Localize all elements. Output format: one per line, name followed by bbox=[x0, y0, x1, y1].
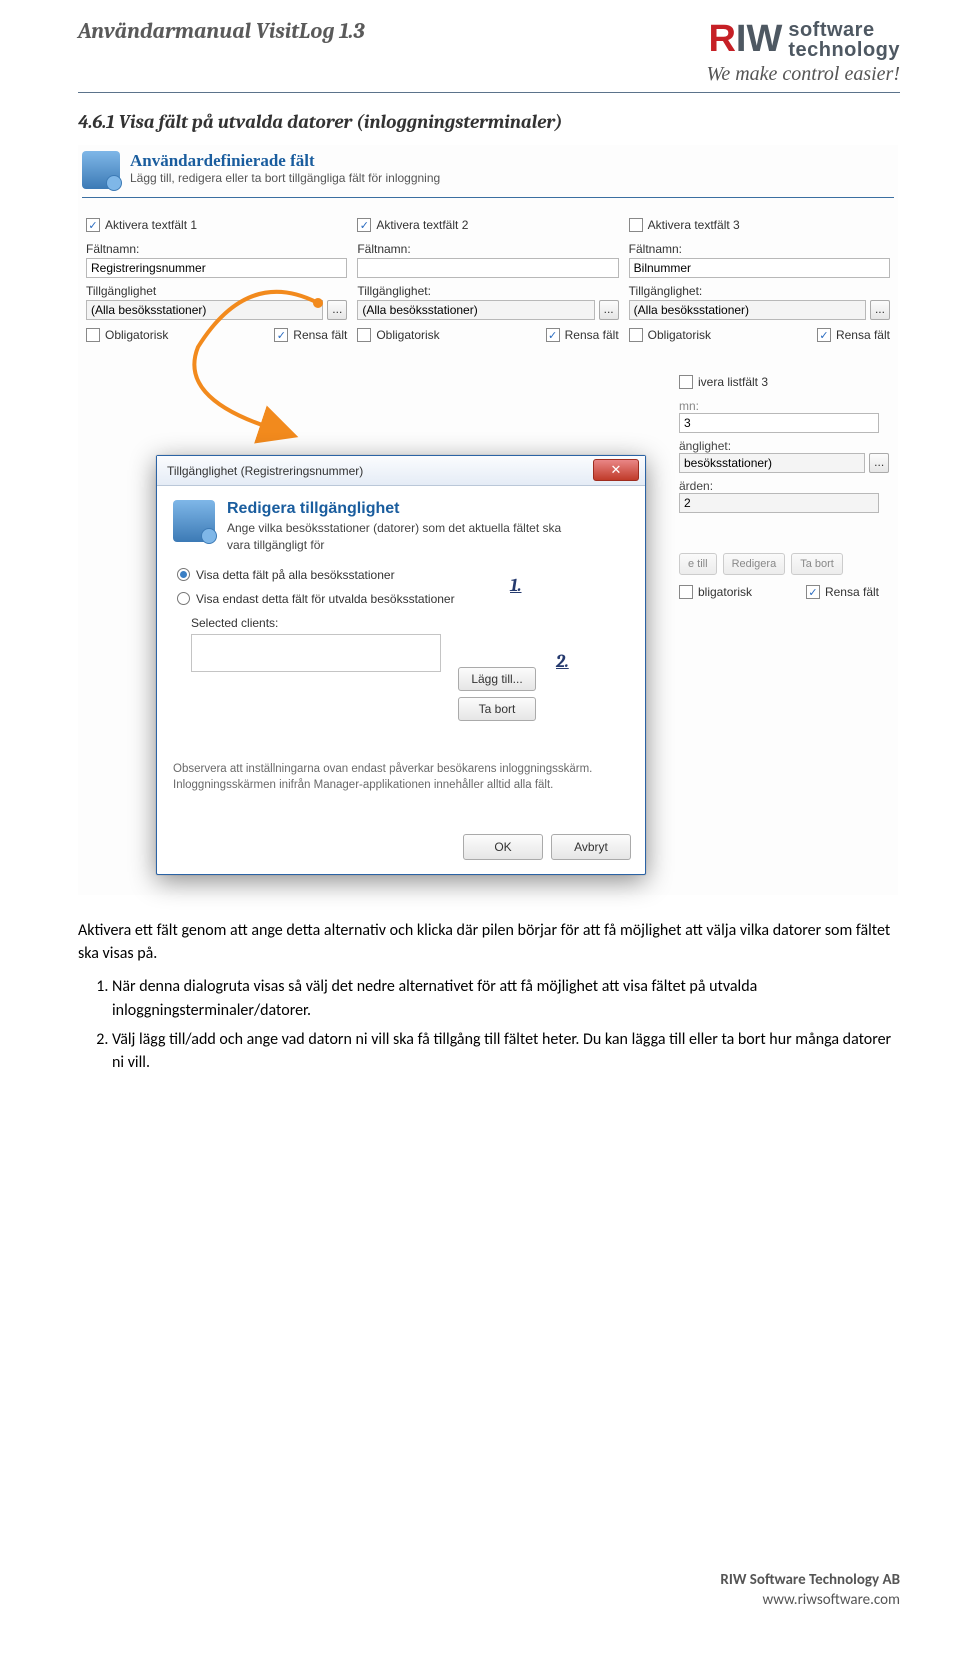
footer-url: www.riwsoftware.com bbox=[720, 1591, 900, 1611]
logo-line1: software bbox=[788, 20, 900, 40]
folder-icon bbox=[82, 151, 120, 189]
oblig-label-1: Obligatorisk bbox=[105, 328, 168, 342]
listfield3-label: ivera listfält 3 bbox=[698, 375, 768, 389]
radio-selected[interactable] bbox=[177, 592, 190, 605]
avail-label-3: Tillgänglighet: bbox=[629, 284, 890, 298]
dialog-subheading: Ange vilka besöksstationer (datorer) som… bbox=[227, 520, 587, 554]
availability-dialog: Tillgänglighet (Registreringsnummer) ✕ R… bbox=[156, 455, 646, 875]
annotation-1: 1. bbox=[510, 575, 522, 596]
footer-company: RIW Software Technology AB bbox=[720, 1571, 900, 1591]
logo: RIW software technology We make control … bbox=[707, 18, 900, 86]
listfield3-add-button[interactable]: e till bbox=[679, 553, 717, 575]
rensa-checkbox-3[interactable] bbox=[817, 328, 831, 342]
oblig-checkbox-3[interactable] bbox=[629, 328, 643, 342]
rensa-label-1: Rensa fält bbox=[293, 328, 347, 342]
dialog-folder-icon bbox=[173, 500, 215, 542]
listfield3-arden: ärden: bbox=[679, 479, 894, 493]
logo-r: R bbox=[708, 18, 735, 60]
avail-input-1[interactable] bbox=[86, 300, 323, 320]
activate-checkbox-2[interactable] bbox=[357, 218, 371, 232]
oblig-checkbox-1[interactable] bbox=[86, 328, 100, 342]
listfield3-val[interactable] bbox=[679, 493, 879, 513]
add-button[interactable]: Lägg till... bbox=[458, 667, 536, 691]
listfield3-rensa-checkbox[interactable] bbox=[806, 585, 820, 599]
activate-label-2: Aktivera textfält 2 bbox=[376, 218, 468, 232]
rensa-checkbox-1[interactable] bbox=[274, 328, 288, 342]
oblig-label-2: Obligatorisk bbox=[376, 328, 439, 342]
avail-input-3[interactable] bbox=[629, 300, 866, 320]
radio-all[interactable] bbox=[177, 568, 190, 581]
field-column-3: Aktivera textfält 3 Fältnamn: Tillgängli… bbox=[629, 218, 890, 352]
avail-button-1[interactable]: ... bbox=[327, 300, 347, 320]
field-column-1: Aktivera textfält 1 Fältnamn: Tillgängli… bbox=[86, 218, 347, 352]
selected-clients-list[interactable] bbox=[191, 634, 441, 672]
logo-tagline: We make control easier! bbox=[707, 63, 900, 86]
section-heading: 4.6.1 Visa fält på utvalda datorer (inlo… bbox=[78, 111, 900, 133]
oblig-checkbox-2[interactable] bbox=[357, 328, 371, 342]
panel-rule bbox=[82, 197, 894, 198]
activate-label-3: Aktivera textfält 3 bbox=[648, 218, 740, 232]
dialog-titlebar: Tillgänglighet (Registreringsnummer) ✕ bbox=[157, 456, 645, 486]
avail-button-3[interactable]: ... bbox=[870, 300, 890, 320]
fieldname-input-3[interactable] bbox=[629, 258, 890, 278]
ok-button[interactable]: OK bbox=[463, 834, 543, 860]
listfield3-oblig-checkbox[interactable] bbox=[679, 585, 693, 599]
oblig-label-3: Obligatorisk bbox=[648, 328, 711, 342]
document-title: Användarmanual VisitLog 1.3 bbox=[78, 18, 365, 44]
radio-all-label: Visa detta fält på alla besöksstationer bbox=[196, 568, 395, 582]
fieldname-label-1: Fältnamn: bbox=[86, 242, 347, 256]
annotation-2: 2. bbox=[556, 651, 569, 672]
activate-checkbox-1[interactable] bbox=[86, 218, 100, 232]
fieldname-input-2[interactable] bbox=[357, 258, 618, 278]
close-button[interactable]: ✕ bbox=[593, 459, 639, 481]
activate-label-1: Aktivera textfält 1 bbox=[105, 218, 197, 232]
page-footer: RIW Software Technology AB www.riwsoftwa… bbox=[720, 1571, 900, 1610]
page-header: Användarmanual VisitLog 1.3 RIW software… bbox=[0, 0, 960, 86]
logo-iw: IW bbox=[736, 18, 782, 60]
body-step-2: Välj lägg till/add och ange vad datorn n… bbox=[112, 1028, 900, 1074]
avail-label-2: Tillgänglighet: bbox=[357, 284, 618, 298]
selected-clients-label: Selected clients: bbox=[191, 616, 629, 630]
rensa-label-3: Rensa fält bbox=[836, 328, 890, 342]
logo-line2: technology bbox=[788, 40, 900, 60]
avail-input-2[interactable] bbox=[357, 300, 594, 320]
listfield3-avail-input[interactable] bbox=[679, 453, 865, 473]
cancel-button[interactable]: Avbryt bbox=[551, 834, 631, 860]
dialog-heading: Redigera tillgänglighet bbox=[227, 500, 587, 518]
listfield3-checkbox[interactable] bbox=[679, 375, 693, 389]
listfield3-edit-button[interactable]: Redigera bbox=[723, 553, 786, 575]
app-panel: Användardefinierade fält Lägg till, redi… bbox=[78, 145, 898, 895]
panel-subtitle: Lägg till, redigera eller ta bort tillgä… bbox=[130, 171, 440, 185]
dialog-title-text: Tillgänglighet (Registreringsnummer) bbox=[167, 464, 363, 478]
body-step-1: När denna dialogruta visas så välj det n… bbox=[112, 975, 900, 1021]
listfield3-avail-button[interactable]: ... bbox=[869, 453, 889, 473]
listfield3-num[interactable] bbox=[679, 413, 879, 433]
radio-selected-label: Visa endast detta fält för utvalda besök… bbox=[196, 592, 455, 606]
radio-selected-row[interactable]: Visa endast detta fält för utvalda besök… bbox=[177, 592, 629, 606]
avail-button-2[interactable]: ... bbox=[599, 300, 619, 320]
listfield3-avail-label: änglighet: bbox=[679, 439, 894, 453]
activate-checkbox-3[interactable] bbox=[629, 218, 643, 232]
fieldname-input-1[interactable] bbox=[86, 258, 347, 278]
radio-all-row[interactable]: Visa detta fält på alla besöksstationer bbox=[177, 568, 629, 582]
fieldname-label-2: Fältnamn: bbox=[357, 242, 618, 256]
remove-button[interactable]: Ta bort bbox=[458, 697, 536, 721]
panel-title: Användardefinierade fält bbox=[130, 151, 440, 171]
listfield3-remove-button[interactable]: Ta bort bbox=[791, 553, 843, 575]
observe-text: Observera att inställningarna ovan endas… bbox=[173, 761, 629, 793]
listfield3-rensa-label: Rensa fält bbox=[825, 585, 879, 599]
fieldname-label-3: Fältnamn: bbox=[629, 242, 890, 256]
field-column-2: Aktivera textfält 2 Fältnamn: Tillgängli… bbox=[357, 218, 618, 352]
rensa-label-2: Rensa fält bbox=[565, 328, 619, 342]
rensa-checkbox-2[interactable] bbox=[546, 328, 560, 342]
body-text: Aktivera ett fält genom att ange detta a… bbox=[78, 919, 900, 1074]
avail-label-1: Tillgänglighet bbox=[86, 284, 347, 298]
listfield3-oblig-label: bligatorisk bbox=[698, 585, 752, 599]
